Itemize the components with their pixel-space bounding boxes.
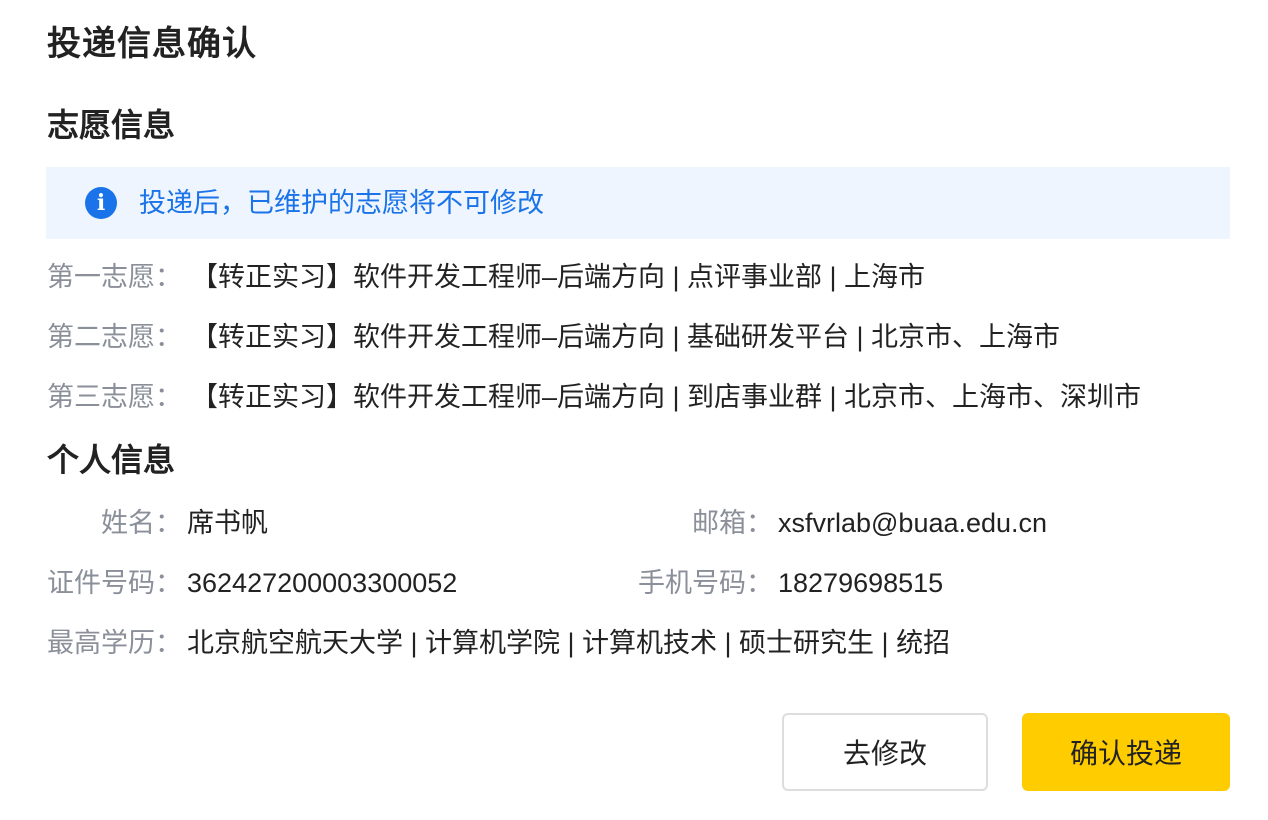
notice-banner: i 投递后，已维护的志愿将不可修改: [46, 167, 1230, 239]
preference-value-1: 【转正实习】软件开发工程师–后端方向 | 点评事业部 | 上海市: [191, 262, 926, 292]
preference-row-2: 第二志愿： 【转正实习】软件开发工程师–后端方向 | 基础研发平台 | 北京市、上…: [47, 319, 1060, 355]
phone-value: 18279698515: [778, 568, 944, 598]
id-number-label: 证件号码：: [47, 568, 182, 598]
dialog-title: 投递信息确认: [47, 25, 257, 63]
phone-label: 手机号码：: [638, 568, 773, 598]
confirm-delivery-button[interactable]: 确认投递: [1022, 713, 1230, 791]
preference-label-1: 第一志愿：: [47, 262, 182, 292]
preference-value-2: 【转正实习】软件开发工程师–后端方向 | 基础研发平台 | 北京市、上海市: [191, 322, 1061, 352]
name-value: 席书帆: [187, 508, 268, 538]
preferences-section-title: 志愿信息: [47, 107, 176, 143]
id-number-value: 362427200003300052: [187, 568, 458, 598]
preference-value-3: 【转正实习】软件开发工程师–后端方向 | 到店事业群 | 北京市、上海市、深圳市: [191, 382, 1142, 412]
name-label: 姓名：: [101, 508, 182, 538]
preference-label-3: 第三志愿：: [47, 382, 182, 412]
phone-field: 手机号码： 18279698515: [600, 565, 943, 601]
email-field: 邮箱： xsfvrlab@buaa.edu.cn: [600, 505, 1047, 541]
name-field: 姓名： 席书帆: [47, 505, 268, 541]
notice-text: 投递后，已维护的志愿将不可修改: [139, 188, 544, 218]
education-field: 最高学历： 北京航空航天大学 | 计算机学院 | 计算机技术 | 硕士研究生 | …: [47, 625, 950, 661]
delivery-confirm-dialog: 投递信息确认 志愿信息 i 投递后，已维护的志愿将不可修改 第一志愿： 【转正实习…: [0, 0, 1268, 820]
personal-section-title: 个人信息: [47, 442, 176, 478]
preference-label-2: 第二志愿：: [47, 322, 182, 352]
preference-row-1: 第一志愿： 【转正实习】软件开发工程师–后端方向 | 点评事业部 | 上海市: [47, 259, 925, 295]
education-label: 最高学历：: [47, 628, 182, 658]
id-number-field: 证件号码： 362427200003300052: [47, 565, 457, 601]
education-value: 北京航空航天大学 | 计算机学院 | 计算机技术 | 硕士研究生 | 统招: [187, 628, 951, 658]
email-value: xsfvrlab@buaa.edu.cn: [778, 508, 1048, 538]
info-icon: i: [85, 187, 117, 219]
preference-row-3: 第三志愿： 【转正实习】软件开发工程师–后端方向 | 到店事业群 | 北京市、上海…: [47, 379, 1141, 415]
email-label: 邮箱：: [692, 508, 773, 538]
modify-button[interactable]: 去修改: [782, 713, 988, 791]
